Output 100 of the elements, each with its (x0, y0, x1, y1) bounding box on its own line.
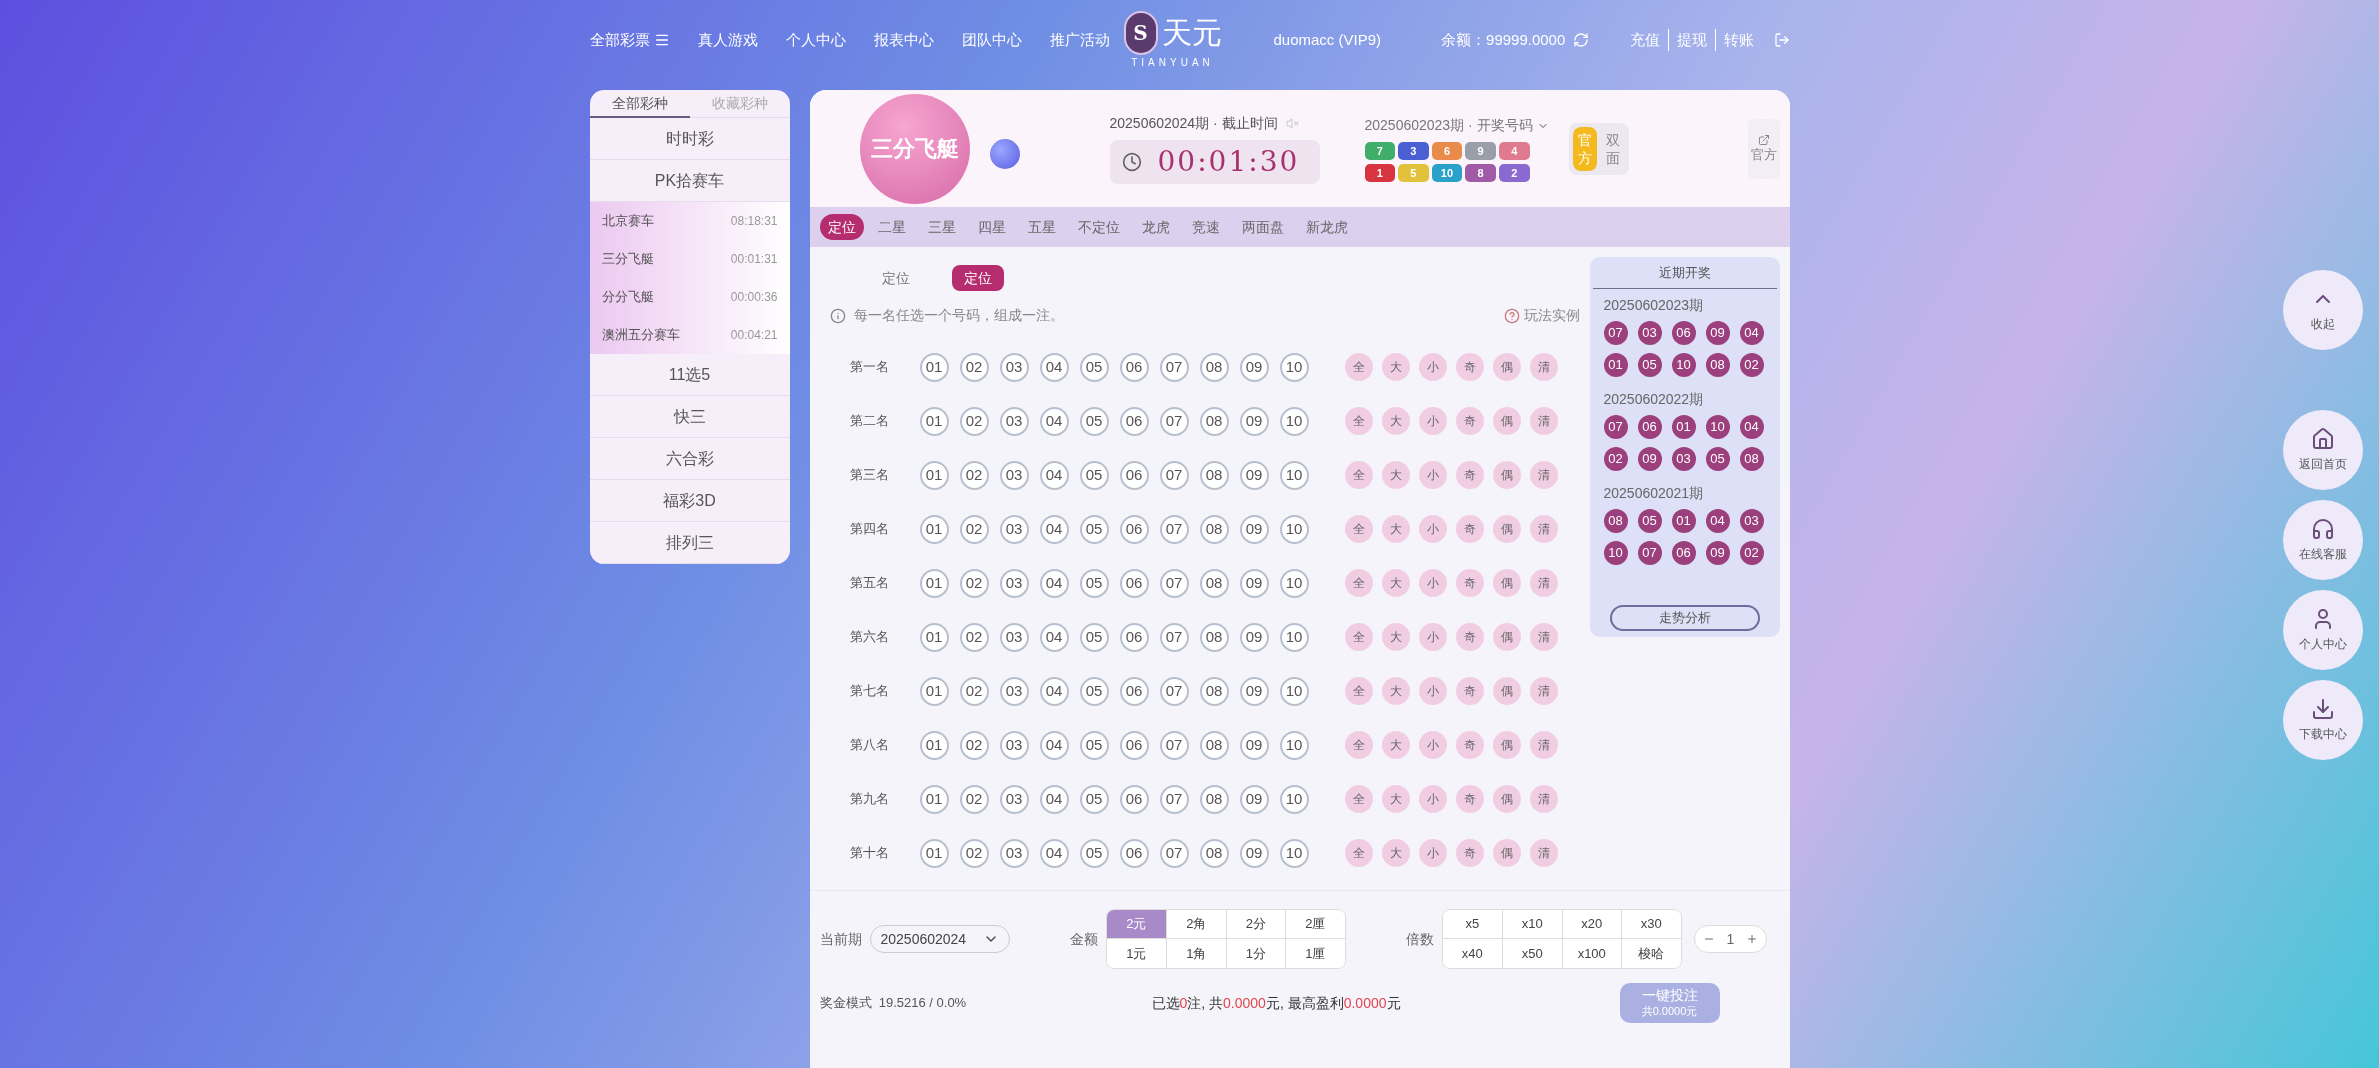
quick-select-button[interactable]: 奇 (1455, 623, 1484, 651)
quick-select-button[interactable]: 偶 (1492, 515, 1521, 543)
multiplier-option[interactable]: 梭哈 (1621, 939, 1681, 968)
quick-select-button[interactable]: 大 (1381, 407, 1410, 435)
quick-select-button[interactable]: 偶 (1492, 461, 1521, 489)
category-item[interactable]: 六合彩 (589, 438, 790, 480)
quick-select-button[interactable]: 奇 (1455, 407, 1484, 435)
quick-select-button[interactable]: 大 (1381, 569, 1410, 597)
quick-select-button[interactable]: 小 (1418, 785, 1447, 813)
float-menu-button[interactable]: 在线客服 (2283, 500, 2363, 580)
quick-select-button[interactable]: 小 (1418, 839, 1447, 867)
quick-select-button[interactable]: 大 (1381, 839, 1410, 867)
play-tab[interactable]: 不定位 (1069, 214, 1128, 240)
quick-select-button[interactable]: 清 (1529, 407, 1558, 435)
quick-select-button[interactable]: 全 (1344, 569, 1373, 597)
amount-option[interactable]: 1厘 (1285, 939, 1345, 968)
multiplier-option[interactable]: x10 (1502, 910, 1562, 939)
quick-select-button[interactable]: 全 (1344, 677, 1373, 705)
mute-icon[interactable] (1285, 117, 1299, 130)
logout-icon[interactable] (1773, 32, 1790, 48)
quick-select-button[interactable]: 小 (1418, 407, 1447, 435)
quantity-stepper[interactable]: 1 (1693, 925, 1768, 953)
amount-option[interactable]: 1元 (1106, 939, 1166, 968)
game-item[interactable]: 北京赛车 08:18:31 (589, 202, 790, 240)
sub-tab[interactable]: 定位 (869, 265, 922, 291)
quick-select-button[interactable]: 偶 (1492, 677, 1521, 705)
quick-select-button[interactable]: 清 (1529, 461, 1558, 489)
nav-link[interactable]: 个人中心 (785, 28, 846, 52)
refresh-icon[interactable] (1573, 32, 1590, 48)
play-tab[interactable]: 两面盘 (1233, 214, 1292, 240)
quick-select-button[interactable]: 清 (1529, 785, 1558, 813)
quick-select-button[interactable]: 小 (1418, 677, 1447, 705)
multiplier-option[interactable]: x40 (1442, 939, 1502, 968)
quick-select-button[interactable]: 全 (1344, 785, 1373, 813)
amount-option[interactable]: 1分 (1225, 939, 1285, 968)
play-tab[interactable]: 四星 (969, 214, 1014, 240)
quick-select-button[interactable]: 清 (1529, 623, 1558, 651)
quick-select-button[interactable]: 偶 (1492, 353, 1521, 381)
play-tab[interactable]: 竞速 (1183, 214, 1228, 240)
play-tab[interactable]: 定位 (819, 214, 864, 240)
nav-link[interactable]: 全部彩票 (589, 28, 670, 52)
float-menu-button[interactable]: 下载中心 (2283, 680, 2363, 760)
play-tab[interactable]: 龙虎 (1133, 214, 1178, 240)
quick-select-button[interactable]: 清 (1529, 569, 1558, 597)
quick-select-button[interactable]: 小 (1418, 731, 1447, 759)
float-menu-button[interactable]: 返回首页 (2283, 410, 2363, 490)
amount-option[interactable]: 1角 (1166, 939, 1226, 968)
plus-icon[interactable] (1746, 933, 1759, 945)
quick-select-button[interactable]: 偶 (1492, 623, 1521, 651)
amount-option[interactable]: 2角 (1166, 910, 1226, 939)
quick-select-button[interactable]: 清 (1529, 677, 1558, 705)
quick-select-button[interactable]: 偶 (1492, 731, 1521, 759)
multiplier-option[interactable]: x100 (1561, 939, 1621, 968)
category-item[interactable]: 排列三 (589, 522, 790, 564)
quick-select-button[interactable]: 全 (1344, 353, 1373, 381)
quick-select-button[interactable]: 小 (1418, 623, 1447, 651)
quick-select-button[interactable]: 小 (1418, 569, 1447, 597)
quick-select-button[interactable]: 大 (1381, 353, 1410, 381)
quick-select-button[interactable]: 奇 (1455, 515, 1484, 543)
quick-select-button[interactable]: 偶 (1492, 407, 1521, 435)
quick-select-button[interactable]: 大 (1381, 515, 1410, 543)
quick-select-button[interactable]: 小 (1418, 353, 1447, 381)
quick-select-button[interactable]: 大 (1381, 623, 1410, 651)
trend-button[interactable]: 走势分析 (1609, 605, 1760, 631)
quick-select-button[interactable]: 全 (1344, 839, 1373, 867)
category-item[interactable]: 11选5 (589, 354, 790, 396)
quick-select-button[interactable]: 清 (1529, 839, 1558, 867)
play-tab[interactable]: 五星 (1019, 214, 1064, 240)
quick-select-button[interactable]: 奇 (1455, 461, 1484, 489)
amount-option[interactable]: 2厘 (1285, 910, 1345, 939)
quick-select-button[interactable]: 小 (1418, 461, 1447, 489)
play-tab[interactable]: 二星 (869, 214, 914, 240)
quick-select-button[interactable]: 全 (1344, 407, 1373, 435)
quick-select-button[interactable]: 大 (1381, 785, 1410, 813)
quick-select-button[interactable]: 全 (1344, 731, 1373, 759)
quick-select-button[interactable]: 奇 (1455, 569, 1484, 597)
quick-select-button[interactable]: 奇 (1455, 785, 1484, 813)
quick-select-button[interactable]: 大 (1381, 677, 1410, 705)
multiplier-option[interactable]: x30 (1621, 910, 1681, 939)
category-item[interactable]: 福彩3D (589, 480, 790, 522)
float-menu-button[interactable]: 收起 (2283, 270, 2363, 350)
play-tab[interactable]: 三星 (919, 214, 964, 240)
quick-select-button[interactable]: 大 (1381, 461, 1410, 489)
quick-select-button[interactable]: 大 (1381, 731, 1410, 759)
quick-select-button[interactable]: 奇 (1455, 353, 1484, 381)
quick-select-button[interactable]: 全 (1344, 461, 1373, 489)
float-menu-button[interactable]: 个人中心 (2283, 590, 2363, 670)
amount-option[interactable]: 2分 (1225, 910, 1285, 939)
sidebar-tab[interactable]: 全部彩种 (589, 90, 690, 118)
quick-select-button[interactable]: 奇 (1455, 839, 1484, 867)
quick-select-button[interactable]: 清 (1529, 515, 1558, 543)
quick-select-button[interactable]: 奇 (1455, 677, 1484, 705)
quick-select-button[interactable]: 偶 (1492, 569, 1521, 597)
play-tab[interactable]: 新龙虎 (1297, 214, 1356, 240)
quick-select-button[interactable]: 清 (1529, 731, 1558, 759)
category-item[interactable]: 时时彩 (589, 118, 790, 160)
quick-select-button[interactable]: 全 (1344, 515, 1373, 543)
quick-select-button[interactable]: 小 (1418, 515, 1447, 543)
quick-select-button[interactable]: 清 (1529, 353, 1558, 381)
multiplier-option[interactable]: x20 (1561, 910, 1621, 939)
